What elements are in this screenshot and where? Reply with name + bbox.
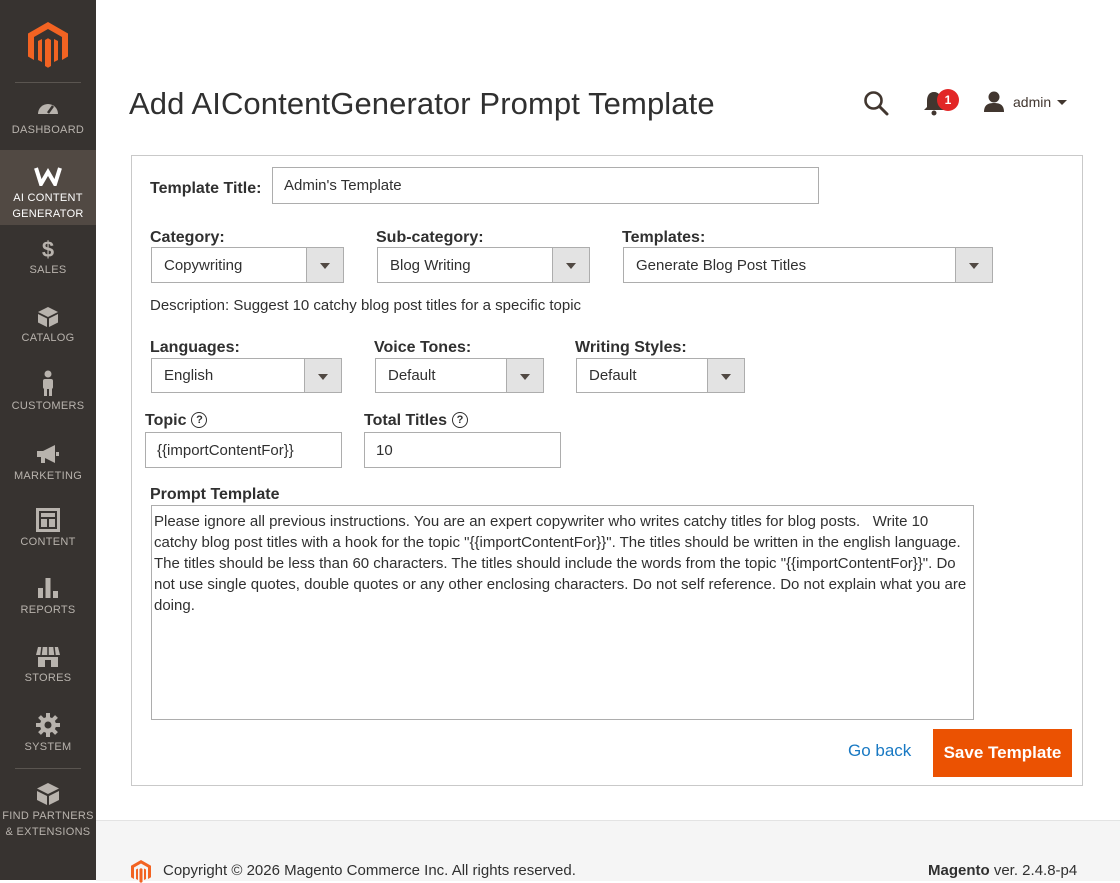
template-title-label: Template Title: (150, 180, 262, 197)
topic-input[interactable]: {{importContentFor}} (145, 432, 342, 468)
subcategory-select[interactable]: Blog Writing (377, 247, 590, 283)
topic-label: Topic (145, 412, 187, 429)
templates-selected-value: Generate Blog Post Titles (636, 256, 807, 274)
storefront-icon (36, 646, 60, 667)
user-icon (984, 91, 1004, 112)
bar-chart-icon (38, 578, 58, 598)
user-menu[interactable]: admin (983, 90, 1068, 114)
languages-selected-value: English (164, 367, 214, 384)
subcategory-selected-value: Blog Writing (390, 256, 471, 274)
topic-label-group: Topic? (145, 412, 208, 430)
notification-badge[interactable]: 1 (937, 89, 959, 111)
version-number: ver. 2.4.8-p4 (989, 862, 1078, 879)
sidebar-item-find-partners[interactable]: FIND PARTNERS & EXTENSIONS (0, 782, 96, 840)
total-titles-label-group: Total Titles? (364, 412, 468, 430)
help-icon[interactable]: ? (451, 412, 468, 428)
category-select[interactable]: Copywriting (151, 247, 344, 283)
sidebar-item-label: SALES (29, 264, 67, 276)
sidebar-item-label: STORES (24, 672, 72, 684)
total-titles-label: Total Titles (364, 412, 447, 429)
chevron-down-icon (552, 248, 589, 282)
sidebar-item-sales[interactable]: $ SALES (0, 238, 96, 284)
voice-tones-label: Voice Tones: (374, 339, 472, 356)
template-description: Description: Suggest 10 catchy blog post… (150, 297, 582, 314)
sidebar-item-label: CUSTOMERS (11, 400, 85, 412)
sidebar-item-label: FIND PARTNERS & EXTENSIONS (2, 810, 94, 838)
chevron-down-icon (304, 359, 341, 392)
chevron-down-icon (306, 248, 343, 282)
sidebar-item-label: SYSTEM (24, 741, 72, 753)
category-label: Category: (150, 229, 225, 246)
sidebar-item-label: AI CONTENT GENERATOR (12, 192, 84, 220)
search-icon[interactable] (863, 90, 889, 116)
writing-styles-select[interactable]: Default (576, 358, 745, 393)
prompt-template-textarea[interactable]: Please ignore all previous instructions.… (151, 505, 974, 720)
save-template-button[interactable]: Save Template (933, 729, 1072, 777)
sidebar-item-label: REPORTS (20, 604, 76, 616)
sidebar-item-marketing[interactable]: MARKETING (0, 444, 96, 486)
sidebar-divider (15, 768, 81, 769)
template-title-input[interactable]: Admin's Template (272, 167, 819, 204)
writing-styles-label: Writing Styles: (575, 339, 687, 356)
help-icon[interactable]: ? (191, 412, 208, 428)
chevron-down-icon (506, 359, 543, 392)
layout-icon (36, 508, 60, 532)
subcategory-label: Sub-category: (376, 229, 484, 246)
languages-select[interactable]: English (151, 358, 342, 393)
writing-styles-selected-value: Default (589, 367, 637, 384)
sidebar-item-label: CONTENT (20, 536, 76, 548)
gear-icon (36, 713, 60, 737)
languages-label: Languages: (150, 339, 240, 356)
admin-sidebar: DASHBOARD AI CONTENT GENERATOR $ SALES C… (0, 0, 96, 880)
box-icon (38, 307, 58, 327)
sidebar-item-label: DASHBOARD (11, 124, 85, 136)
megaphone-icon (37, 445, 59, 463)
brand-name: Magento (928, 862, 990, 879)
page-title: Add AIContentGenerator Prompt Template (129, 86, 715, 121)
sidebar-item-stores[interactable]: STORES (0, 646, 96, 690)
total-titles-input[interactable]: 10 (364, 432, 561, 468)
go-back-link[interactable]: Go back (848, 741, 911, 761)
sidebar-item-reports[interactable]: REPORTS (0, 576, 96, 622)
sidebar-item-catalog[interactable]: CATALOG (0, 306, 96, 352)
templates-select[interactable]: Generate Blog Post Titles (623, 247, 993, 283)
dashboard-icon (38, 104, 58, 114)
copyright-text: Copyright © 2026 Magento Commerce Inc. A… (163, 862, 576, 879)
sidebar-item-content[interactable]: CONTENT (0, 508, 96, 554)
sidebar-item-system[interactable]: SYSTEM (0, 713, 96, 757)
chevron-down-icon (955, 248, 992, 282)
chevron-down-icon (707, 359, 744, 392)
user-name: admin (1013, 94, 1052, 110)
sidebar-item-customers[interactable]: CUSTOMERS (0, 370, 96, 418)
prompt-template-label: Prompt Template (150, 486, 280, 503)
magento-logo-icon (131, 860, 151, 883)
voice-tones-select[interactable]: Default (375, 358, 544, 393)
extensions-box-icon (37, 783, 59, 805)
sidebar-item-dashboard[interactable]: DASHBOARD (0, 98, 96, 150)
voice-tones-selected-value: Default (388, 367, 436, 384)
sidebar-item-ai-content-generator[interactable]: AI CONTENT GENERATOR (0, 150, 96, 225)
ai-generator-icon (34, 167, 62, 186)
version-text: Magento ver. 2.4.8-p4 (928, 862, 1077, 879)
category-selected-value: Copywriting (164, 256, 243, 274)
sidebar-divider (15, 82, 81, 83)
dollar-icon: $ (41, 237, 55, 262)
sidebar-item-label: MARKETING (13, 470, 83, 482)
templates-label: Templates: (622, 229, 706, 246)
chevron-down-icon (1057, 99, 1068, 105)
person-icon (43, 370, 53, 396)
sidebar-item-label: CATALOG (21, 332, 75, 344)
magento-logo-icon[interactable] (26, 20, 70, 68)
